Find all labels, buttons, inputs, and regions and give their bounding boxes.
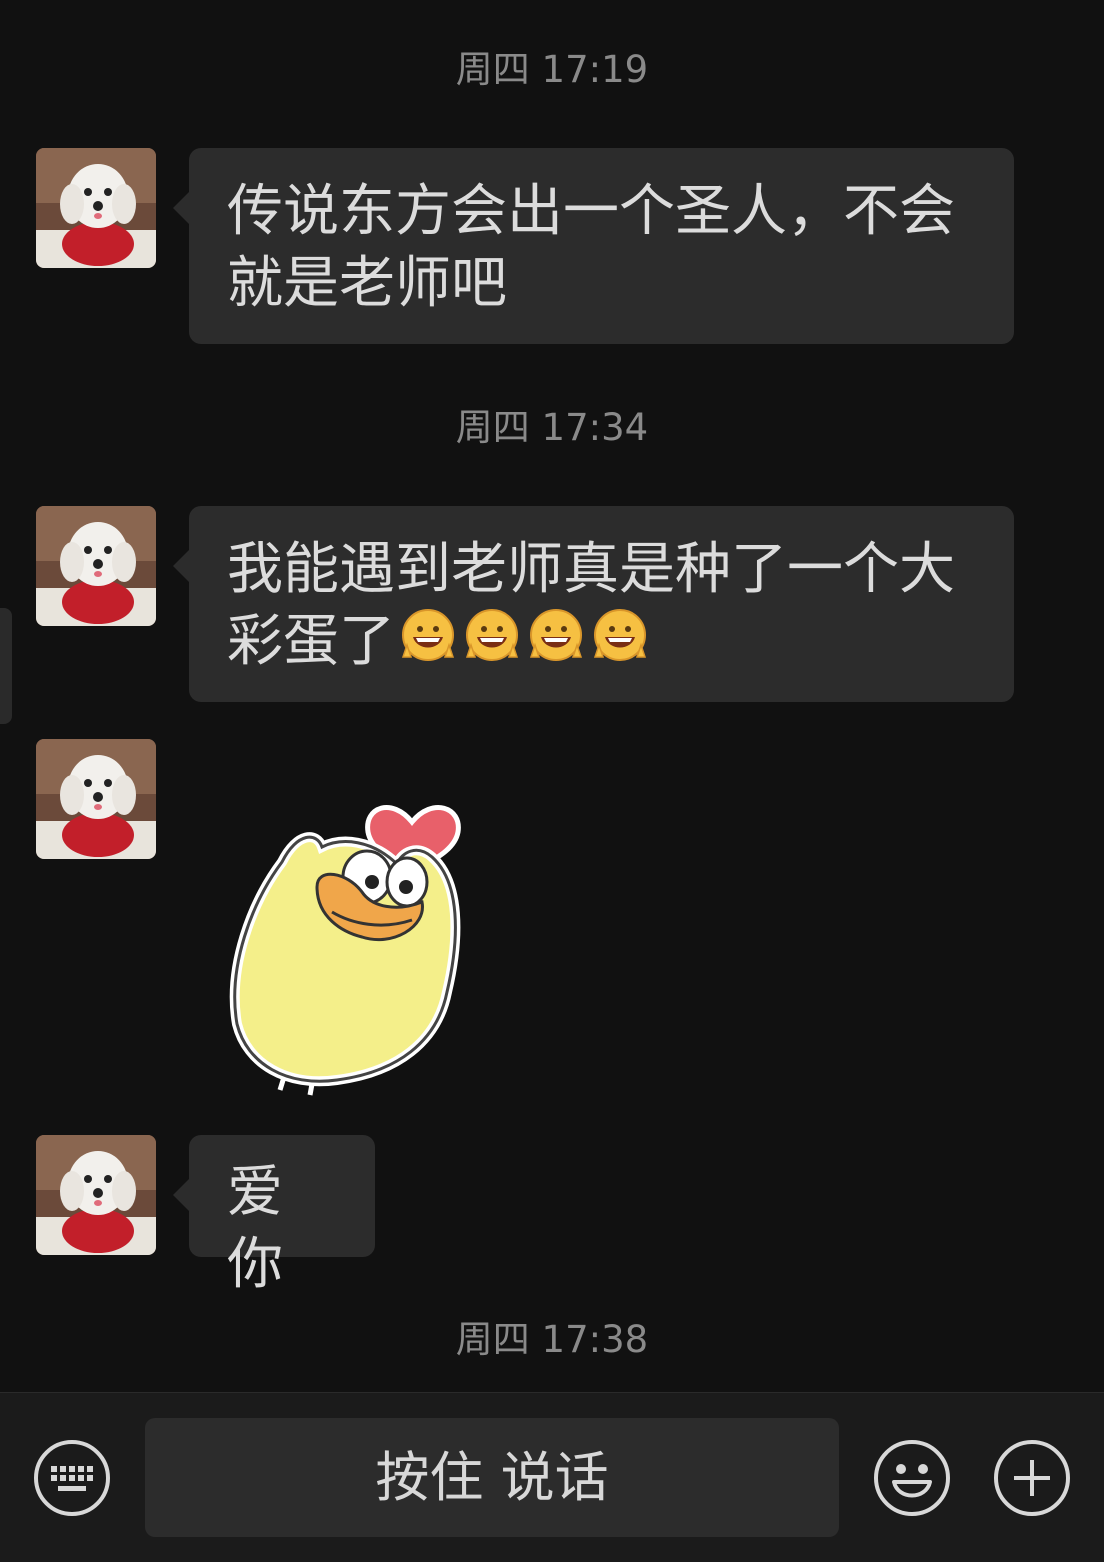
timestamp: 周四 17:38 [455,1318,649,1361]
plus-icon[interactable] [992,1438,1072,1518]
avatar[interactable] [36,148,156,268]
timestamp: 周四 17:19 [455,48,649,91]
avatar[interactable] [36,506,156,626]
emoji-row [395,608,651,674]
message-bubble[interactable]: 传说东方会出一个圣人，不会就是老师吧 [173,148,1014,344]
side-drawer-handle[interactable] [0,608,12,724]
message-bubble[interactable]: 爱你 [173,1135,375,1297]
keyboard-icon[interactable] [32,1438,112,1518]
grin-peace-emoji [589,607,651,683]
emoji-face-icon[interactable] [872,1438,952,1518]
hold-to-talk-button[interactable]: 按住 说话 [145,1418,839,1537]
timestamp: 周四 17:34 [455,406,649,449]
grin-peace-emoji [461,607,523,683]
grin-peace-emoji [397,607,459,683]
message-bubble[interactable]: 我能遇到老师真是种了一个大彩蛋了 [173,506,1014,702]
avatar[interactable] [36,739,156,859]
avatar[interactable] [36,1135,156,1255]
yellow-duck-heart-sticker[interactable] [222,752,472,1097]
grin-peace-emoji [525,607,587,683]
message-text: 传说东方会出一个圣人，不会就是老师吧 [227,179,955,316]
message-text: 爱你 [227,1160,283,1297]
